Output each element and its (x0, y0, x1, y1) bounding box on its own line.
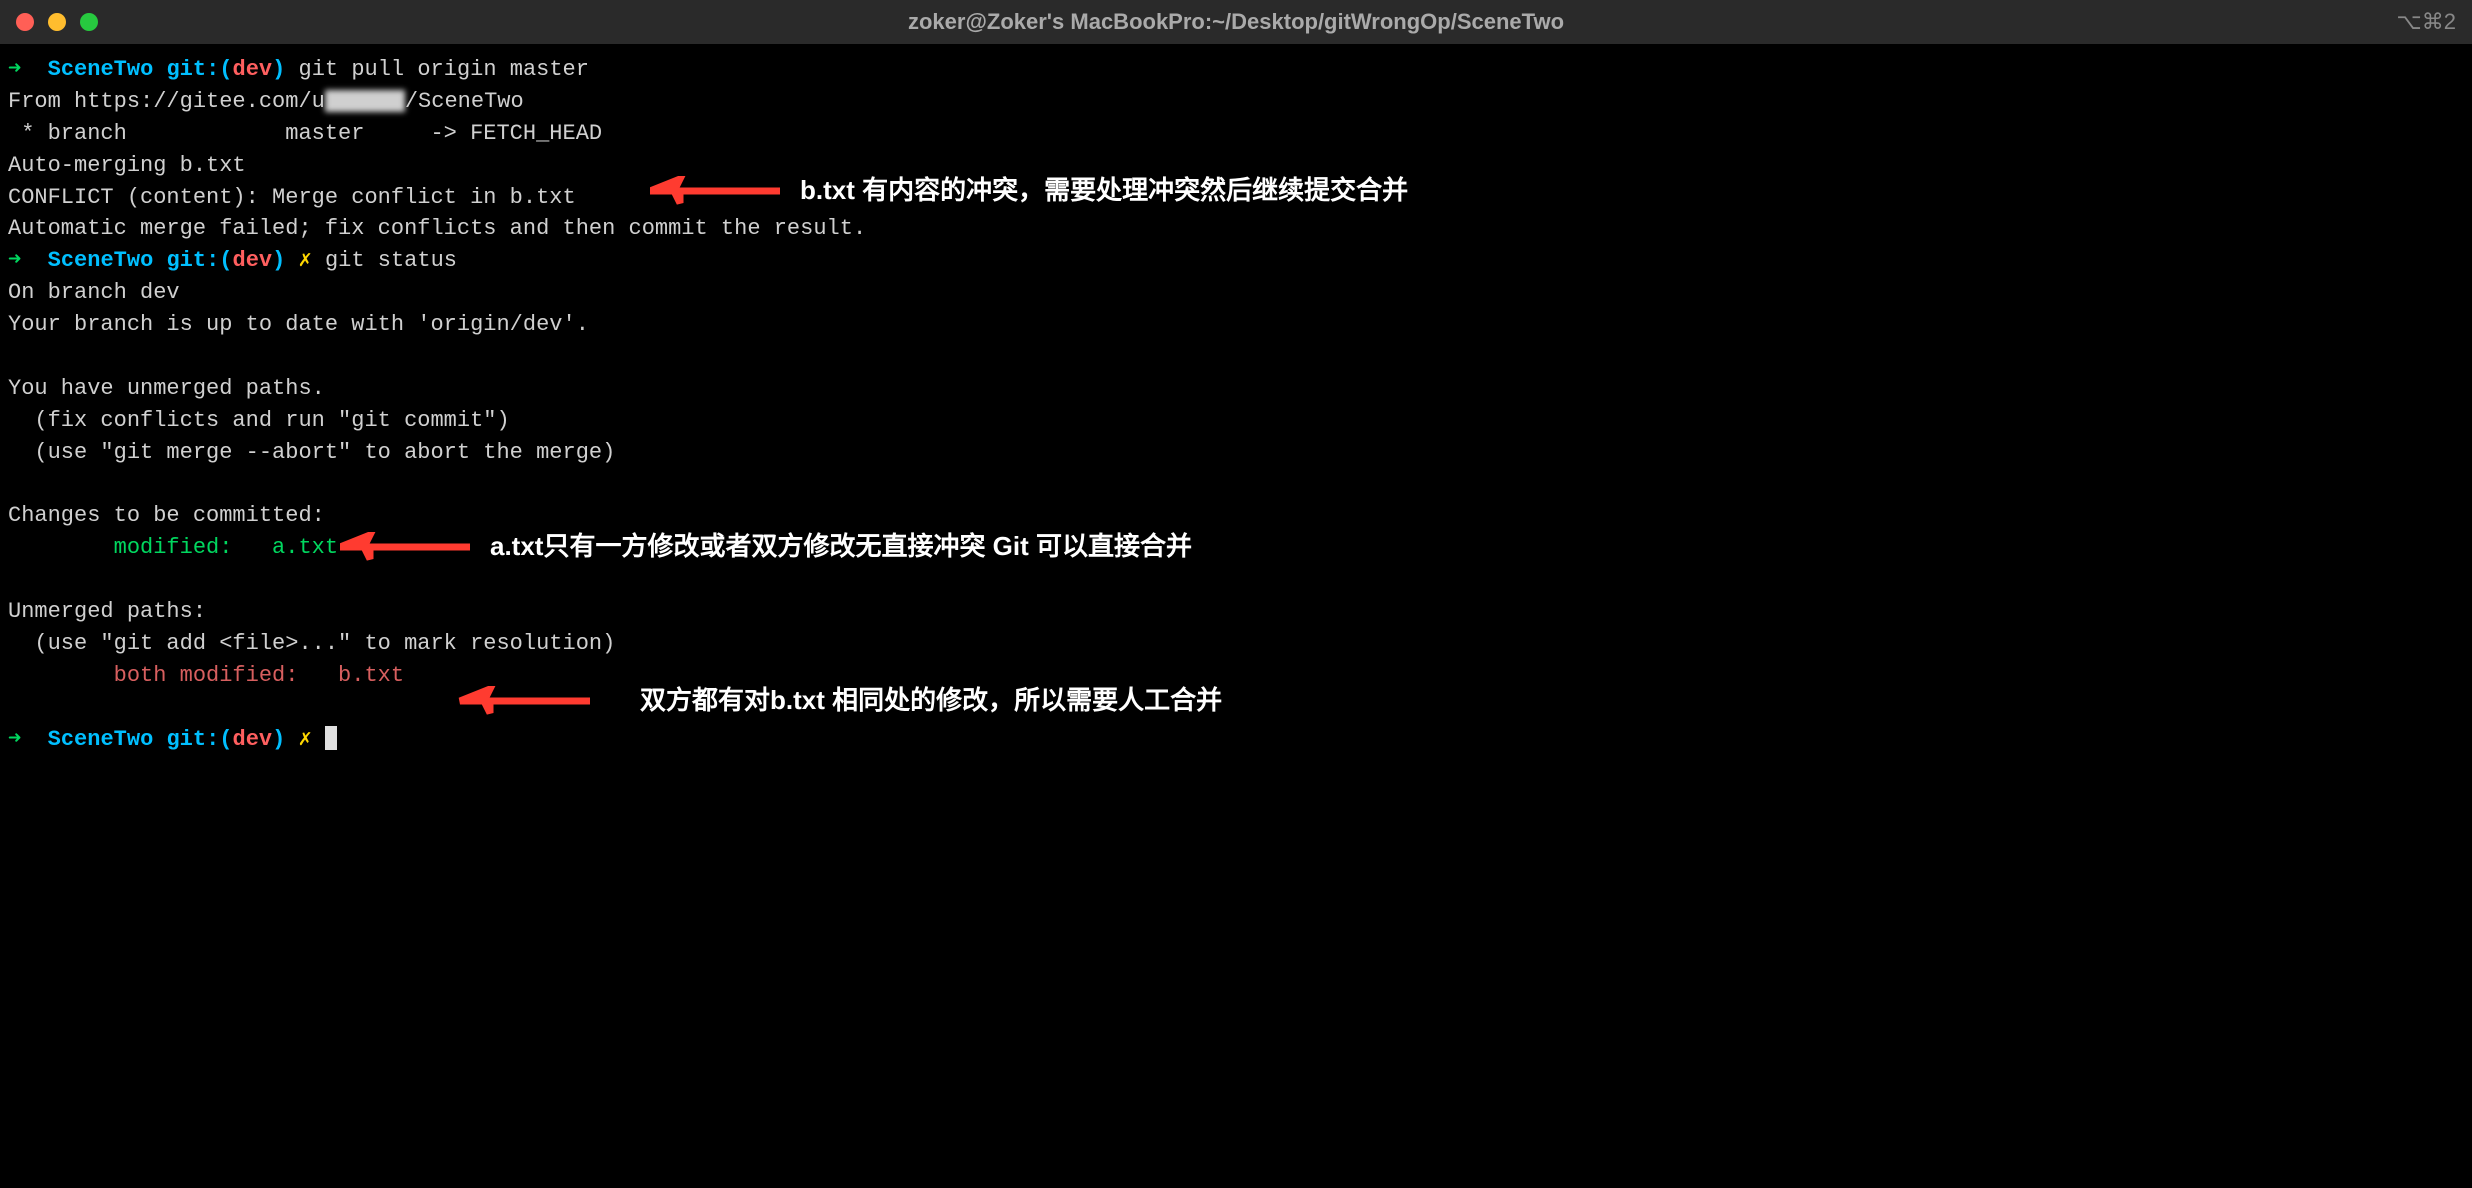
prompt-line: ➜ SceneTwo git:(dev) ✗ git status (8, 245, 2464, 277)
output-line: Your branch is up to date with 'origin/d… (8, 309, 2464, 341)
annotation-2: a.txt只有一方修改或者双方修改无直接冲突 Git 可以直接合并 (340, 526, 1192, 568)
blank-line (8, 692, 2464, 724)
annotation-3: 双方都有对b.txt 相同处的修改，所以需要人工合并 (430, 680, 1222, 722)
titlebar[interactable]: zoker@Zoker's MacBookPro:~/Desktop/gitWr… (0, 0, 2472, 44)
output-line: Unmerged paths: (8, 596, 2464, 628)
blank-line (8, 564, 2464, 596)
prompt-line: ➜ SceneTwo git:(dev) ✗ (8, 724, 2464, 756)
command-text: git status (325, 248, 457, 273)
git-close: ) (272, 727, 285, 752)
arrow-icon (650, 176, 780, 206)
terminal-window: zoker@Zoker's MacBookPro:~/Desktop/gitWr… (0, 0, 2472, 1188)
output-line: (use "git merge --abort" to abort the me… (8, 437, 2464, 469)
both-modified-file: both modified: b.txt (8, 660, 2464, 692)
tab-shortcut: ⌥⌘2 (2396, 4, 2456, 39)
terminal-body[interactable]: ➜ SceneTwo git:(dev) git pull origin mas… (0, 44, 2472, 1188)
output-line: (fix conflicts and run "git commit") (8, 405, 2464, 437)
traffic-lights (16, 13, 98, 31)
cursor (325, 726, 337, 750)
branch-name: dev (233, 248, 273, 273)
prompt-folder: SceneTwo (48, 248, 154, 273)
git-close: ) (272, 248, 285, 273)
arrow-icon (340, 532, 470, 562)
output-line: From https://gitee.com/u/SceneTwo (8, 86, 2464, 118)
command-text: git pull origin master (299, 57, 589, 82)
annotation-1: b.txt 有内容的冲突，需要处理冲突然后继续提交合并 (650, 170, 1408, 212)
git-label: git:( (166, 57, 232, 82)
maximize-button[interactable] (80, 13, 98, 31)
branch-name: dev (233, 57, 273, 82)
close-button[interactable] (16, 13, 34, 31)
branch-name: dev (233, 727, 273, 752)
censored-text (325, 90, 405, 112)
dirty-mark: ✗ (299, 248, 312, 273)
git-label: git:( (166, 248, 232, 273)
annotation-text: b.txt 有内容的冲突，需要处理冲突然后继续提交合并 (800, 170, 1408, 212)
prompt-folder: SceneTwo (48, 727, 154, 752)
output-line: * branch master -> FETCH_HEAD (8, 118, 2464, 150)
minimize-button[interactable] (48, 13, 66, 31)
blank-line (8, 341, 2464, 373)
annotation-text: 双方都有对b.txt 相同处的修改，所以需要人工合并 (640, 680, 1222, 722)
output-line: (use "git add <file>..." to mark resolut… (8, 628, 2464, 660)
output-line: On branch dev (8, 277, 2464, 309)
git-label: git:( (166, 727, 232, 752)
blank-line (8, 469, 2464, 501)
prompt-arrow: ➜ (8, 57, 21, 82)
window-title: zoker@Zoker's MacBookPro:~/Desktop/gitWr… (908, 4, 1564, 39)
arrow-icon (430, 686, 620, 716)
prompt-line: ➜ SceneTwo git:(dev) git pull origin mas… (8, 54, 2464, 86)
output-line: You have unmerged paths. (8, 373, 2464, 405)
annotation-text: a.txt只有一方修改或者双方修改无直接冲突 Git 可以直接合并 (490, 526, 1192, 568)
prompt-arrow: ➜ (8, 727, 21, 752)
git-close: ) (272, 57, 285, 82)
prompt-arrow: ➜ (8, 248, 21, 273)
output-line: Automatic merge failed; fix conflicts an… (8, 213, 2464, 245)
prompt-folder: SceneTwo (48, 57, 154, 82)
dirty-mark: ✗ (299, 727, 312, 752)
